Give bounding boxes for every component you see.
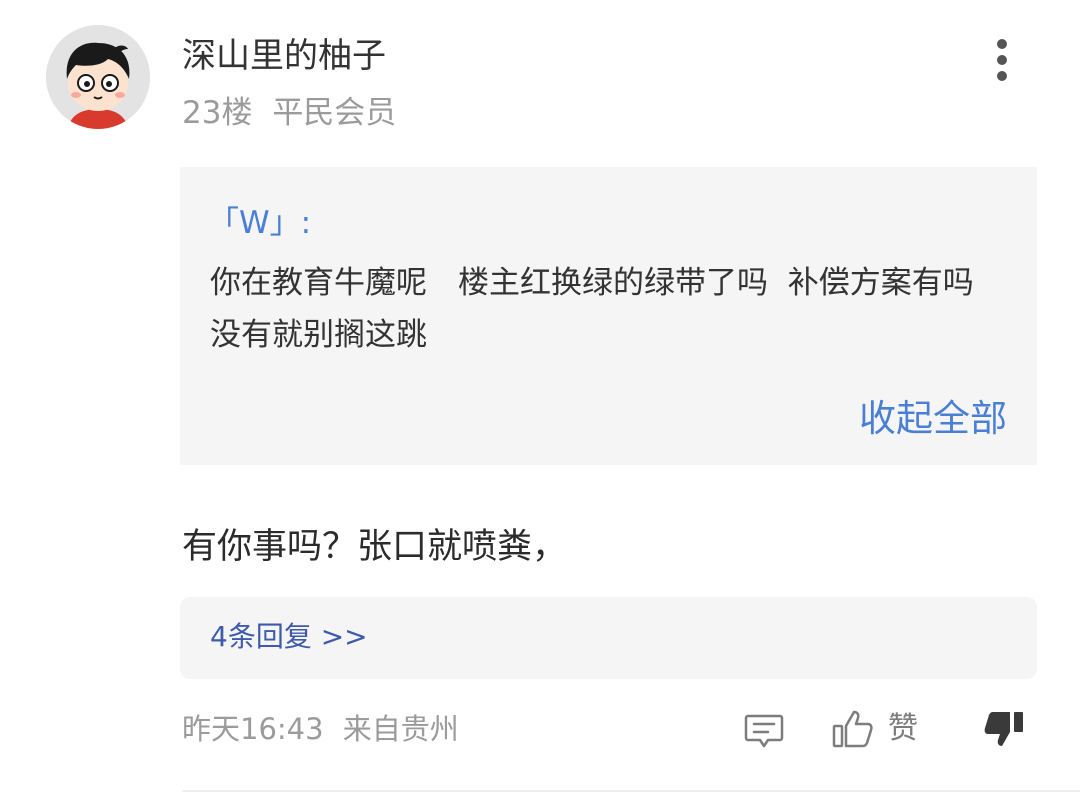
collapse-all-link[interactable]: 收起全部 [859, 395, 1007, 443]
post-meta: 23楼 平民会员 [182, 92, 396, 134]
post-location: 来自贵州 [342, 712, 459, 746]
member-level: 平民会员 [272, 95, 397, 131]
thumbs-down-icon [984, 712, 1023, 746]
view-replies-button[interactable]: 4条回复 >> [180, 597, 1037, 679]
like-label: 赞 [888, 711, 918, 746]
dislike-button[interactable] [980, 706, 1026, 752]
like-button[interactable]: 赞 [830, 704, 918, 754]
avatar-image [46, 25, 150, 129]
thumbs-up-icon [832, 710, 873, 748]
comment-icon [744, 714, 784, 748]
post-time: 昨天16:43 [182, 712, 324, 746]
more-vertical-icon-dot [997, 71, 1007, 81]
comment-button[interactable] [742, 708, 786, 752]
floor-number: 23楼 [182, 95, 253, 131]
post-footer-info: 昨天16:43 来自贵州 [182, 708, 459, 750]
quote-author[interactable]: 「W」: [208, 203, 311, 243]
more-vertical-icon [997, 39, 1007, 49]
quoted-reply: 「W」: 你在教育牛魔呢 楼主红换绿的绿带了吗 补偿方案有吗 没有就别搁这跳 收… [180, 167, 1037, 465]
more-vertical-icon-dot [997, 55, 1007, 65]
comment-text: 有你事吗？张口就喷粪， [182, 527, 568, 567]
quote-text: 你在教育牛魔呢 楼主红换绿的绿带了吗 补偿方案有吗 没有就别搁这跳 [210, 265, 1005, 353]
replies-label: 4条回复 >> [210, 620, 368, 653]
username[interactable]: 深山里的柚子 [182, 34, 386, 78]
avatar[interactable] [46, 25, 150, 129]
more-options-button[interactable] [980, 32, 1024, 88]
divider [182, 790, 1080, 792]
